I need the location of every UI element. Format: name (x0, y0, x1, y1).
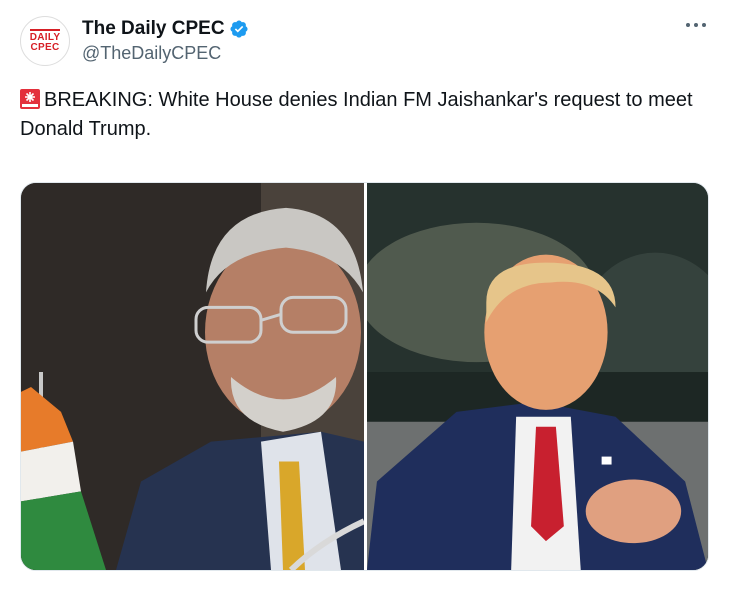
photo-right[interactable] (367, 183, 708, 570)
more-dot (702, 23, 706, 27)
handle[interactable]: @TheDailyCPEC (82, 43, 249, 64)
display-name-row: The Daily CPEC (82, 18, 249, 40)
more-dot (686, 23, 690, 27)
photo-left[interactable] (21, 183, 364, 570)
avatar-text-line2: CPEC (30, 42, 60, 53)
man-in-suit-with-red-tie-photo (367, 183, 708, 570)
man-in-suit-with-glasses-photo (21, 183, 364, 570)
more-options-icon[interactable] (686, 20, 706, 30)
media-grid (20, 182, 709, 571)
more-dot (694, 23, 698, 27)
avatar[interactable]: DAILY CPEC (20, 16, 70, 66)
tweet-header: DAILY CPEC The Daily CPEC @TheDailyCPEC (20, 16, 249, 66)
display-name[interactable]: The Daily CPEC (82, 18, 225, 40)
verified-badge-icon[interactable] (229, 19, 249, 39)
author-names: The Daily CPEC @TheDailyCPEC (82, 18, 249, 64)
tweet-body: BREAKING: White House denies Indian FM J… (20, 89, 693, 140)
tweet-card[interactable]: DAILY CPEC The Daily CPEC @TheDailyCPEC … (0, 0, 730, 595)
siren-icon (20, 89, 40, 109)
tweet-text: BREAKING: White House denies Indian FM J… (20, 86, 700, 144)
avatar-accent-line (30, 29, 60, 31)
